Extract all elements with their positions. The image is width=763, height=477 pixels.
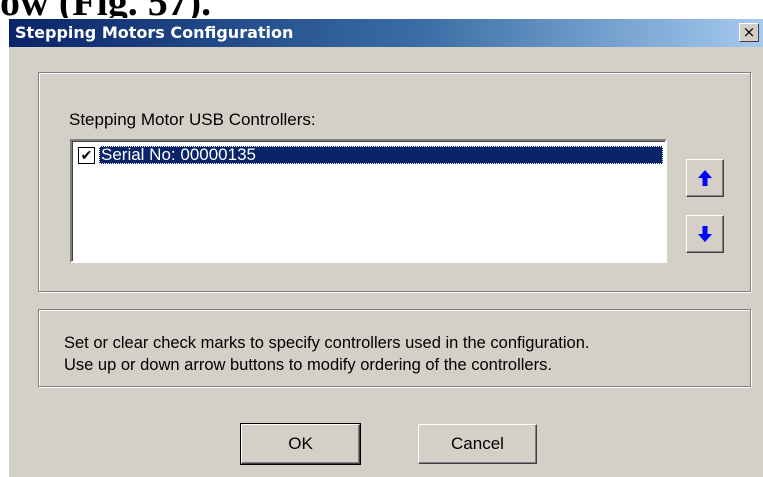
help-line-2: Use up or down arrow buttons to modify o… (64, 356, 552, 374)
help-line-1: Set or clear check marks to specify cont… (64, 334, 590, 352)
controller-checkbox[interactable]: ✔ (78, 146, 95, 164)
arrow-up-icon (698, 170, 712, 186)
checkmark-icon: ✔ (80, 147, 93, 163)
close-button[interactable]: × (739, 23, 759, 42)
controller-serial-label[interactable]: Serial No: 00000135 (99, 146, 663, 164)
move-up-button[interactable] (686, 159, 724, 197)
window-title: Stepping Motors Configuration (15, 23, 294, 42)
close-icon: × (742, 23, 756, 41)
move-down-button[interactable] (686, 215, 724, 253)
ok-button[interactable]: OK (240, 423, 361, 465)
arrow-down-icon (698, 226, 712, 242)
cancel-button[interactable]: Cancel (418, 424, 537, 464)
list-item[interactable]: ✔ Serial No: 00000135 (76, 145, 663, 165)
title-bar[interactable]: Stepping Motors Configuration × (9, 19, 763, 47)
controllers-label: Stepping Motor USB Controllers: (69, 110, 316, 129)
configuration-dialog: Stepping Motors Configuration × Stepping… (8, 18, 763, 477)
controllers-listbox[interactable]: ✔ Serial No: 00000135 (70, 139, 667, 263)
help-text: Set or clear check marks to specify cont… (64, 332, 744, 376)
